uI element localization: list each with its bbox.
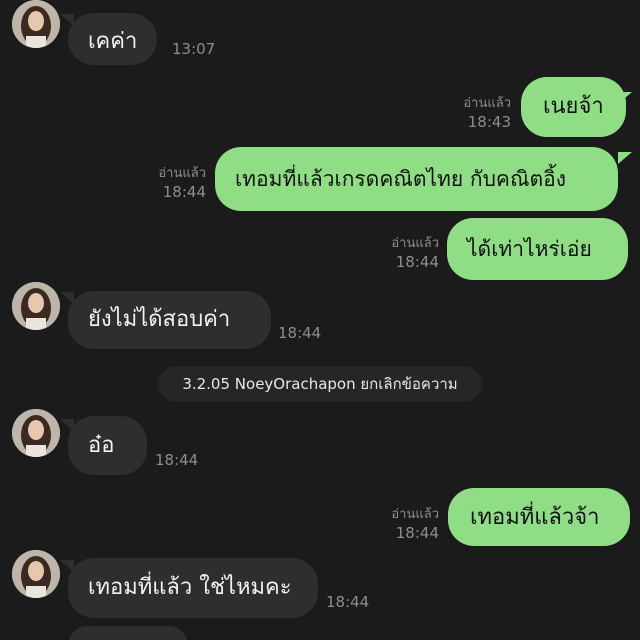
read-receipt: อ่านแล้ว — [391, 236, 439, 251]
message-bubble-incoming[interactable]: เทอมที่แล้ว ใช่ไหมคะ — [68, 558, 318, 618]
message-bubble-incoming-partial[interactable] — [68, 626, 188, 640]
message-time: 13:07 — [172, 40, 216, 58]
contact-avatar[interactable] — [12, 409, 60, 457]
unsend-notice: 3.2.05 NoeyOrachapon ยกเลิกข้อความ — [158, 366, 482, 402]
chat-area[interactable]: เคค่า 13:07 อ่านแล้ว 18:43 เนยจ้า อ่านแล… — [0, 0, 640, 640]
message-meta: อ่านแล้ว 18:44 — [391, 234, 439, 272]
message-bubble-incoming[interactable]: อ๋อ — [68, 416, 147, 475]
message-time: 18:43 — [467, 113, 511, 131]
read-receipt: อ่านแล้ว — [391, 507, 439, 522]
contact-avatar[interactable] — [12, 550, 60, 598]
message-time: 18:44 — [155, 451, 199, 469]
message-bubble-outgoing[interactable]: เนยจ้า — [521, 77, 626, 137]
message-meta: อ่านแล้ว 18:43 — [463, 94, 511, 132]
message-bubble-incoming[interactable]: เคค่า — [68, 13, 158, 65]
bubble-tail — [618, 152, 632, 164]
read-receipt: อ่านแล้ว — [158, 166, 206, 181]
message-bubble-outgoing[interactable]: เทอมที่แล้วเกรดคณิตไทย กับคณิตอิ้ง — [215, 147, 618, 211]
message-bubble-incoming[interactable]: ยังไม่ได้สอบค่า — [68, 291, 271, 349]
message-bubble-outgoing[interactable]: เทอมที่แล้วจ้า — [448, 488, 630, 546]
message-meta: อ่านแล้ว 18:44 — [158, 164, 206, 202]
message-time: 18:44 — [278, 324, 322, 342]
bubble-tail — [618, 92, 632, 104]
message-time: 18:44 — [395, 253, 439, 271]
message-bubble-outgoing[interactable]: ได้เท่าไหร่เอ่ย — [447, 218, 628, 280]
read-receipt: อ่านแล้ว — [463, 96, 511, 111]
message-time: 18:44 — [162, 183, 206, 201]
message-meta: อ่านแล้ว 18:44 — [391, 505, 439, 543]
contact-avatar[interactable] — [12, 282, 60, 330]
message-time: 18:44 — [326, 593, 370, 611]
message-time: 18:44 — [395, 524, 439, 542]
contact-avatar[interactable] — [12, 0, 60, 48]
